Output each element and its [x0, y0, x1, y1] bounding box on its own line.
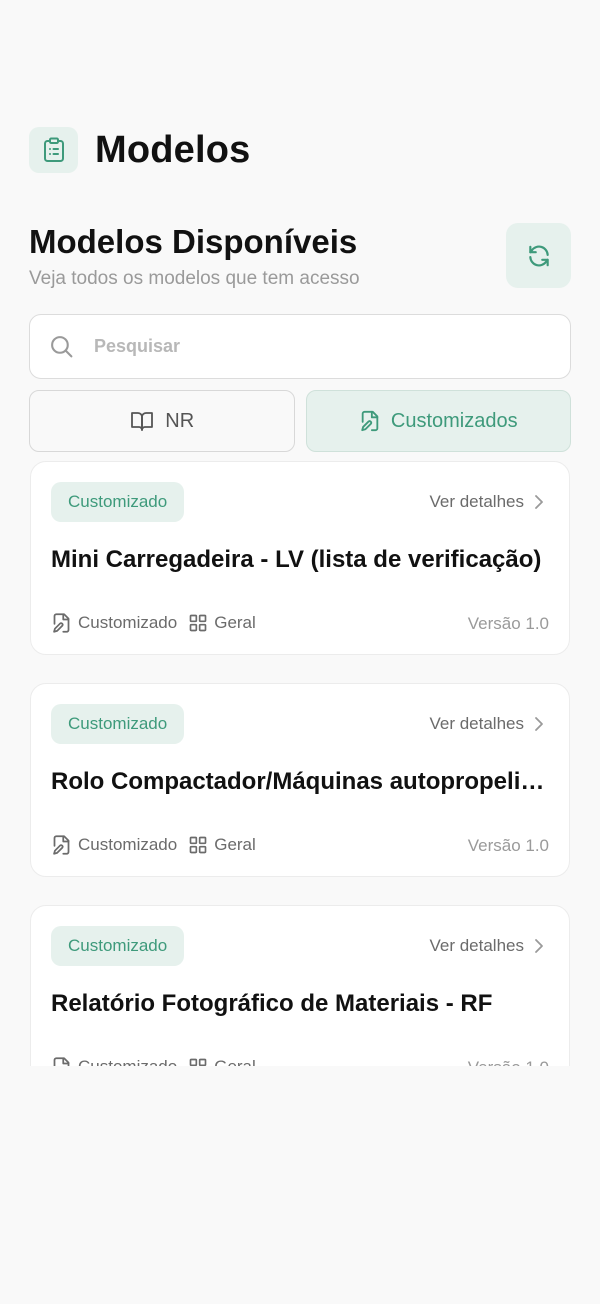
type-meta: Customizado	[51, 1056, 177, 1066]
book-open-icon	[129, 409, 155, 433]
chevron-right-icon	[534, 716, 544, 732]
type-meta: Customizado	[51, 834, 177, 856]
section-subtitle: Veja todos os modelos que tem acesso	[29, 268, 360, 289]
grid-icon	[188, 613, 208, 633]
category-label: Geral	[214, 1057, 256, 1066]
details-link[interactable]: Ver detalhes	[429, 492, 544, 512]
type-meta: Customizado	[51, 612, 177, 634]
version-label: Versão 1.0	[467, 836, 549, 855]
search-icon	[49, 334, 74, 359]
type-label: Customizado	[78, 835, 178, 854]
status-badge: Customizado	[51, 704, 185, 744]
type-label: Customizado	[78, 1057, 177, 1066]
version-label: Versão 1.0	[467, 614, 549, 633]
category-meta: Geral	[188, 835, 256, 855]
card-meta: Customizado Geral	[51, 834, 256, 856]
tab-customizados[interactable]: Customizados	[305, 390, 571, 452]
category-meta: Geral	[188, 613, 256, 633]
card-meta: Customizado Geral	[51, 1056, 256, 1066]
page-header: Modelos	[29, 126, 251, 174]
details-link[interactable]: Ver detalhes	[429, 936, 544, 956]
model-card[interactable]: Customizado Ver detalhes Mini Carregadei…	[30, 461, 570, 655]
category-meta: Geral	[188, 1057, 256, 1066]
clipboard-list-icon	[29, 127, 78, 173]
file-edit-icon	[51, 612, 72, 634]
refresh-icon	[526, 243, 552, 269]
card-title: Rolo Compactador/Máquinas autopropelidas	[51, 768, 551, 795]
chevron-right-icon	[534, 494, 544, 510]
details-link[interactable]: Ver detalhes	[429, 714, 544, 734]
grid-icon	[188, 1057, 208, 1066]
model-card[interactable]: Customizado Ver detalhes Relatório Fotog…	[30, 905, 570, 1066]
model-card[interactable]: Customizado Ver detalhes Rolo Compactado…	[30, 683, 570, 877]
status-badge: Customizado	[51, 482, 185, 522]
details-label: Ver detalhes	[429, 492, 524, 511]
search-bar[interactable]	[29, 314, 571, 379]
details-label: Ver detalhes	[429, 714, 524, 733]
category-label: Geral	[214, 835, 256, 854]
type-label: Customizado	[78, 613, 178, 632]
card-title: Mini Carregadeira - LV (lista de verific…	[51, 546, 542, 573]
file-edit-icon	[359, 409, 381, 433]
grid-icon	[188, 835, 208, 855]
refresh-button[interactable]	[506, 223, 571, 288]
tab-nr-label: NR	[165, 409, 195, 432]
file-edit-icon	[51, 834, 72, 856]
search-input[interactable]	[94, 336, 514, 357]
card-meta: Customizado Geral	[51, 612, 256, 634]
page-title: Modelos	[95, 128, 251, 171]
file-edit-icon	[51, 1056, 72, 1066]
section-title: Modelos Disponíveis	[29, 223, 358, 260]
card-title: Relatório Fotográfico de Materiais - RF	[51, 990, 493, 1017]
details-label: Ver detalhes	[429, 936, 524, 955]
tab-customizados-label: Customizados	[390, 409, 518, 432]
version-label: Versão 1.0	[468, 1058, 549, 1066]
chevron-right-icon	[534, 938, 544, 954]
filter-tabs: NR Customizados	[29, 390, 571, 452]
status-badge: Customizado	[51, 926, 185, 966]
model-list[interactable]: Customizado Ver detalhes Mini Carregadei…	[0, 460, 600, 1066]
tab-nr[interactable]: NR	[29, 390, 295, 452]
category-label: Geral	[214, 613, 256, 632]
